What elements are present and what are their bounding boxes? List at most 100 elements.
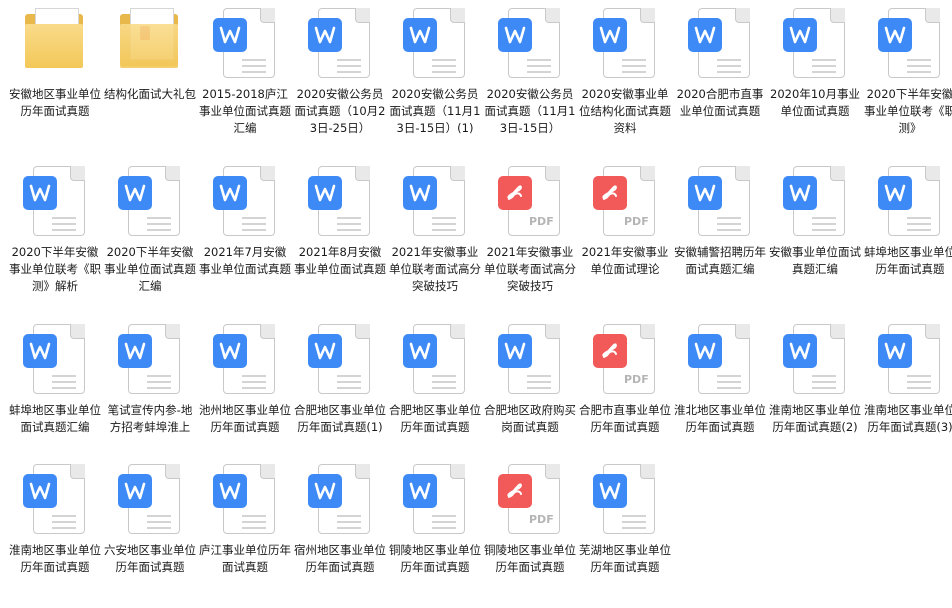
file-item[interactable]: 淮南地区事业单位历年面试真题(3) [864, 322, 952, 436]
file-item[interactable]: PDF 铜陵地区事业单位历年面试真题 [484, 462, 576, 576]
file-name: 淮南地区事业单位历年面试真题(3) [864, 403, 952, 434]
word-badge [213, 334, 247, 368]
file-item[interactable]: 2020安徽事业单位结构化面试真题资料 [579, 6, 671, 137]
word-w-glyph [409, 482, 431, 500]
file-item[interactable]: 2021年安徽事业单位联考面试高分突破技巧 [389, 164, 481, 295]
file-item[interactable]: 安徽地区事业单位历年面试真题 [9, 6, 101, 120]
file-item[interactable]: 笔试宣传内参-地方招考蚌埠淮上 [104, 322, 196, 436]
file-name: 2020下半年安徽事业单位面试真题汇编 [104, 245, 196, 293]
file-item[interactable]: 2020年10月事业单位面试真题 [769, 6, 861, 120]
word-badge [878, 18, 912, 52]
pdf-badge [593, 334, 627, 368]
file-item[interactable]: 结构化面试大礼包 [104, 6, 196, 103]
word-w-glyph [409, 26, 431, 44]
word-badge [403, 176, 437, 210]
pdf-label: PDF [624, 215, 649, 228]
word-badge [878, 176, 912, 210]
file-item[interactable]: 安徽辅警招聘历年面试真题汇编 [674, 164, 766, 278]
word-w-glyph [694, 184, 716, 202]
word-file-icon [684, 6, 756, 80]
word-file-icon [494, 322, 566, 396]
file-item[interactable]: 淮南地区事业单位历年面试真题 [9, 462, 101, 576]
file-item[interactable]: 六安地区事业单位历年面试真题 [104, 462, 196, 576]
word-file-icon [19, 164, 91, 238]
pdf-file-icon: PDF [494, 164, 566, 238]
word-badge [213, 474, 247, 508]
file-item[interactable]: 芜湖地区事业单位历年面试真题 [579, 462, 671, 576]
word-w-glyph [29, 342, 51, 360]
word-w-glyph [219, 482, 241, 500]
word-badge [783, 18, 817, 52]
file-name: 2020安徽公务员面试真题（10月23日-25日） [294, 87, 386, 135]
pdf-badge [593, 176, 627, 210]
file-item[interactable]: 2020安徽公务员面试真题（10月23日-25日） [294, 6, 386, 137]
word-badge [688, 176, 722, 210]
file-item[interactable]: 2021年8月安徽事业单位面试真题 [294, 164, 386, 278]
pdf-label: PDF [624, 373, 649, 386]
word-badge [783, 176, 817, 210]
file-name: 六安地区事业单位历年面试真题 [104, 543, 196, 574]
file-item[interactable]: PDF 合肥市直事业单位历年面试真题 [579, 322, 671, 436]
pdf-file-icon: PDF [589, 322, 661, 396]
word-file-icon [494, 6, 566, 80]
word-file-icon [874, 322, 946, 396]
file-name: 蚌埠地区事业单位历年面试真题 [864, 245, 952, 276]
file-item[interactable]: 淮南地区事业单位历年面试真题(2) [769, 322, 861, 436]
file-name: 2021年安徽事业单位联考面试高分突破技巧 [389, 245, 481, 293]
word-w-glyph [314, 26, 336, 44]
file-item[interactable]: 2020安徽公务员面试真题（11月13日-15日） [484, 6, 576, 137]
file-item[interactable]: 2020下半年安徽事业单位面试真题汇编 [104, 164, 196, 295]
word-file-icon [209, 322, 281, 396]
file-name: 合肥地区事业单位历年面试真题(1) [294, 403, 386, 434]
file-grid: 安徽地区事业单位历年面试真题 结构化面试大礼包 2015-2018庐江事业单位面… [0, 0, 952, 608]
file-item[interactable]: 安徽事业单位面试真题汇编 [769, 164, 861, 278]
word-badge [23, 334, 57, 368]
pdf-badge [498, 474, 532, 508]
word-file-icon [589, 462, 661, 536]
file-item[interactable]: 2020合肥市直事业单位面试真题 [674, 6, 766, 120]
file-item[interactable]: 宿州地区事业单位历年面试真题 [294, 462, 386, 576]
pdf-file-icon: PDF [589, 164, 661, 238]
word-w-glyph [29, 184, 51, 202]
word-w-glyph [409, 342, 431, 360]
word-file-icon [209, 6, 281, 80]
word-badge [308, 474, 342, 508]
word-badge [118, 334, 152, 368]
word-badge [23, 474, 57, 508]
file-item[interactable]: 2020下半年安徽事业单位联考《职测》解析 [9, 164, 101, 295]
word-badge [403, 18, 437, 52]
file-name: 池州地区事业单位历年面试真题 [199, 403, 291, 434]
word-w-glyph [314, 184, 336, 202]
file-item[interactable]: 合肥地区事业单位历年面试真题(1) [294, 322, 386, 436]
file-item[interactable]: 淮北地区事业单位历年面试真题 [674, 322, 766, 436]
file-item[interactable]: 蚌埠地区事业单位历年面试真题 [864, 164, 952, 278]
file-item[interactable]: 池州地区事业单位历年面试真题 [199, 322, 291, 436]
file-item[interactable]: 2015-2018庐江事业单位面试真题汇编 [199, 6, 291, 137]
file-item[interactable]: PDF 2021年安徽事业单位联考面试高分突破技巧 [484, 164, 576, 295]
file-item[interactable]: 铜陵地区事业单位历年面试真题 [389, 462, 481, 576]
word-w-glyph [504, 342, 526, 360]
file-name: 铜陵地区事业单位历年面试真题 [484, 543, 576, 574]
word-file-icon [19, 322, 91, 396]
file-item[interactable]: 蚌埠地区事业单位面试真题汇编 [9, 322, 101, 436]
file-item[interactable]: 庐江事业单位历年面试真题 [199, 462, 291, 576]
file-name: 芜湖地区事业单位历年面试真题 [579, 543, 671, 574]
word-badge [688, 334, 722, 368]
word-file-icon [304, 164, 376, 238]
pdf-glyph [602, 343, 617, 358]
file-name: 2021年7月安徽事业单位面试真题 [199, 245, 291, 276]
word-badge [593, 18, 627, 52]
file-item[interactable]: 合肥地区事业单位历年面试真题 [389, 322, 481, 436]
file-item[interactable]: 2020下半年安徽事业单位联考《职测》 [864, 6, 952, 137]
word-w-glyph [314, 342, 336, 360]
file-item[interactable]: 2021年7月安徽事业单位面试真题 [199, 164, 291, 278]
word-file-icon [304, 462, 376, 536]
file-name: 安徽辅警招聘历年面试真题汇编 [674, 245, 766, 276]
word-w-glyph [694, 342, 716, 360]
file-item[interactable]: 合肥地区政府购买岗面试真题 [484, 322, 576, 436]
word-file-icon [779, 322, 851, 396]
file-item[interactable]: PDF 2021年安徽事业单位面试理论 [579, 164, 671, 278]
file-item[interactable]: 2020安徽公务员面试真题（11月13日-15日）(1) [389, 6, 481, 137]
file-name: 2020安徽公务员面试真题（11月13日-15日）(1) [389, 87, 481, 135]
word-w-glyph [789, 184, 811, 202]
